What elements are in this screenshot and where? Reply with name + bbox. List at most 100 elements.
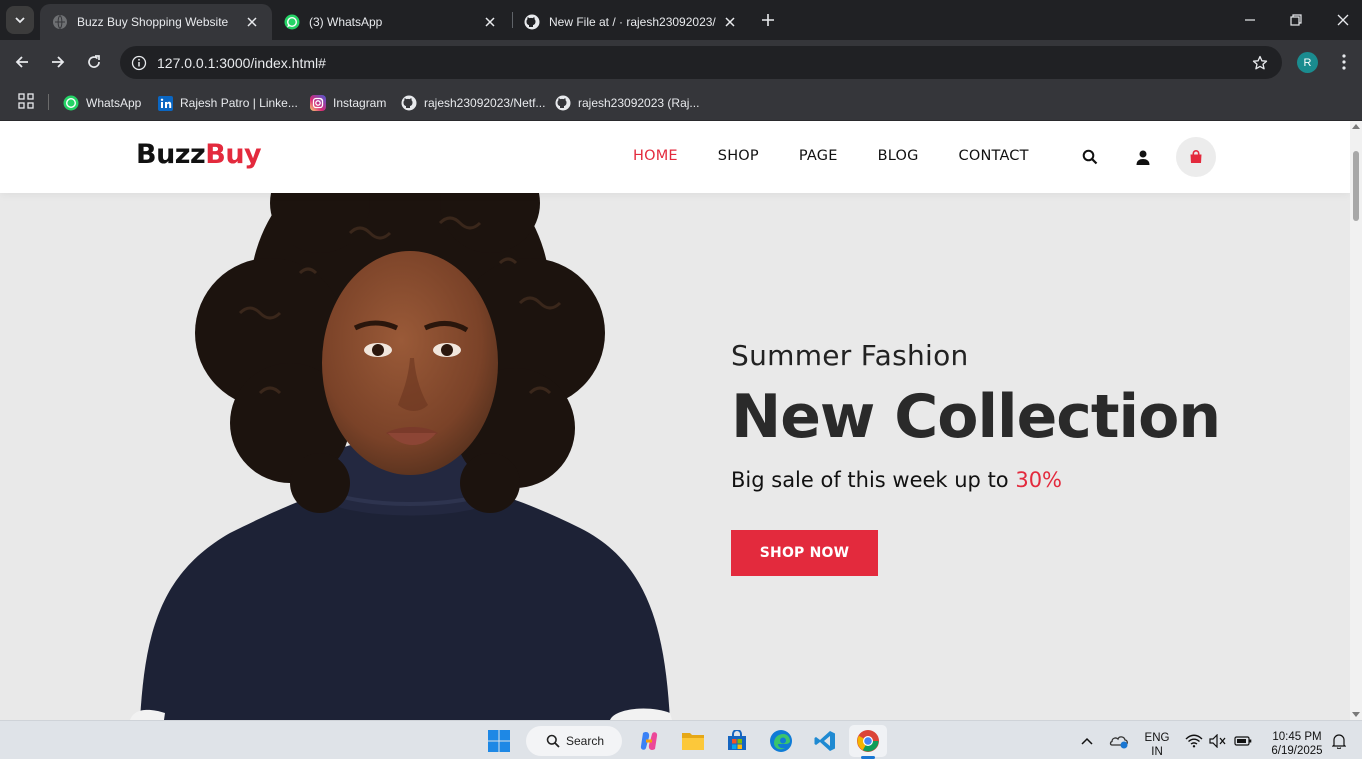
browser-menu-button[interactable] xyxy=(1334,50,1354,74)
search-icon xyxy=(546,734,560,748)
bookmark-label: Rajesh Patro | Linke... xyxy=(180,96,298,110)
shopping-bag-icon xyxy=(1190,150,1202,163)
hero-description: Big sale of this week up to 30% xyxy=(731,468,1220,492)
bookmark-label: WhatsApp xyxy=(86,96,142,110)
bookmark-github-profile[interactable]: rajesh23092023 (Raj... xyxy=(555,91,699,115)
new-tab-button[interactable] xyxy=(758,10,778,30)
user-icon[interactable] xyxy=(1133,147,1153,167)
nav-page[interactable]: PAGE xyxy=(799,148,838,164)
bookmark-instagram[interactable]: Instagram xyxy=(310,91,386,115)
close-icon[interactable] xyxy=(482,14,498,30)
hero-desc-text: Big sale of this week up to xyxy=(731,468,1016,492)
bookmark-linkedin[interactable]: Rajesh Patro | Linke... xyxy=(157,91,298,115)
notification-bell-icon[interactable] xyxy=(1325,727,1353,755)
url-text[interactable]: 127.0.0.1:3000/index.html# xyxy=(157,55,1244,71)
address-bar[interactable]: 127.0.0.1:3000/index.html# xyxy=(120,46,1282,79)
instagram-icon xyxy=(310,95,326,111)
tab-buzzbuy[interactable]: Buzz Buy Shopping Website xyxy=(40,4,272,40)
tab-search-button[interactable] xyxy=(6,6,34,34)
profile-avatar[interactable]: R xyxy=(1297,52,1318,73)
tab-whatsapp[interactable]: (3) WhatsApp xyxy=(272,4,510,40)
bookmark-label: rajesh23092023/Netf... xyxy=(424,96,546,110)
reload-icon xyxy=(88,55,100,68)
copilot-icon[interactable] xyxy=(635,727,663,755)
more-vert-icon xyxy=(1342,54,1346,70)
scroll-up-arrow-icon[interactable] xyxy=(1352,124,1360,129)
bookmark-star-icon[interactable] xyxy=(1244,46,1276,79)
logo-text-buzz: Buzz xyxy=(136,139,206,170)
chevron-up-icon[interactable] xyxy=(1073,727,1101,755)
site-header: BuzzBuy HOME SHOP PAGE BLOG CONTACT xyxy=(0,121,1350,193)
back-button[interactable] xyxy=(10,50,34,74)
edge-icon[interactable] xyxy=(767,727,795,755)
tab-github[interactable]: New File at / · rajesh23092023/B xyxy=(512,4,750,40)
search-icon[interactable] xyxy=(1080,147,1100,167)
nav-contact[interactable]: CONTACT xyxy=(959,148,1029,164)
chevron-down-icon xyxy=(15,17,25,24)
language-indicator[interactable]: ENG IN xyxy=(1140,731,1174,759)
browser-toolbar: 127.0.0.1:3000/index.html# R xyxy=(0,40,1362,85)
hero-discount: 30% xyxy=(1015,468,1063,492)
site-logo[interactable]: BuzzBuy xyxy=(136,139,262,170)
onedrive-icon[interactable] xyxy=(1105,727,1133,755)
battery-icon[interactable] xyxy=(1229,727,1257,755)
arrow-left-icon xyxy=(15,56,28,68)
globe-icon xyxy=(52,14,68,30)
nav-blog[interactable]: BLOG xyxy=(878,148,919,164)
github-icon xyxy=(555,95,571,111)
minimize-button[interactable] xyxy=(1238,8,1262,32)
minimize-icon xyxy=(1245,19,1255,21)
linkedin-icon xyxy=(157,95,173,111)
restore-button[interactable] xyxy=(1284,8,1308,32)
close-icon xyxy=(1337,14,1349,26)
scrollbar-thumb[interactable] xyxy=(1353,151,1359,221)
windows-taskbar: Search ENG IN 10:45 PM 6/19/2025 xyxy=(0,720,1362,759)
logo-text-buy: Buy xyxy=(205,139,262,170)
file-explorer-icon[interactable] xyxy=(679,727,707,755)
arrow-right-icon xyxy=(52,56,65,68)
bookmark-label: rajesh23092023 (Raj... xyxy=(578,96,700,110)
tab-strip: Buzz Buy Shopping Website (3) WhatsApp N… xyxy=(0,0,1362,40)
tab-title: Buzz Buy Shopping Website xyxy=(77,15,229,29)
bookmarks-bar: WhatsApp Rajesh Patro | Linke... Instagr… xyxy=(0,85,1362,121)
bookmark-whatsapp[interactable]: WhatsApp xyxy=(63,91,141,115)
forward-button[interactable] xyxy=(46,50,70,74)
bookmark-github-netflix[interactable]: rajesh23092023/Netf... xyxy=(401,91,545,115)
hero-content: Summer Fashion New Collection Big sale o… xyxy=(731,339,1221,576)
bookmark-label: Instagram xyxy=(333,96,387,110)
scroll-down-arrow-icon[interactable] xyxy=(1352,712,1360,717)
restore-icon xyxy=(1290,14,1302,26)
page-scrollbar[interactable] xyxy=(1350,121,1362,720)
nav-shop[interactable]: SHOP xyxy=(718,148,759,164)
github-icon xyxy=(524,14,540,30)
whatsapp-icon xyxy=(63,95,79,111)
page-viewport: BuzzBuy HOME SHOP PAGE BLOG CONTACT Summ… xyxy=(0,121,1350,720)
microsoft-store-icon[interactable] xyxy=(723,727,751,755)
region-code: IN xyxy=(1151,746,1163,758)
close-icon[interactable] xyxy=(244,14,260,30)
main-nav: HOME SHOP PAGE BLOG CONTACT xyxy=(633,148,1069,164)
tab-title: (3) WhatsApp xyxy=(309,15,383,29)
whatsapp-icon xyxy=(284,14,300,30)
chrome-icon[interactable] xyxy=(854,727,882,755)
site-info-icon[interactable] xyxy=(122,46,156,79)
volume-muted-icon[interactable] xyxy=(1204,727,1232,755)
close-window-button[interactable] xyxy=(1331,8,1355,32)
clock-time: 10:45 PM xyxy=(1272,731,1322,743)
close-icon[interactable] xyxy=(722,14,738,30)
tab-title: New File at / · rajesh23092023/B xyxy=(549,15,716,29)
bookmark-separator xyxy=(48,94,49,110)
language-code: ENG xyxy=(1144,732,1170,744)
vscode-icon[interactable] xyxy=(811,727,839,755)
taskbar-search-label: Search xyxy=(566,734,605,748)
clock[interactable]: 10:45 PM 6/19/2025 xyxy=(1262,730,1332,758)
hero-subtitle: Summer Fashion xyxy=(731,339,969,372)
windows-start-icon[interactable] xyxy=(485,727,513,755)
cart-button[interactable] xyxy=(1176,137,1216,177)
nav-home[interactable]: HOME xyxy=(633,148,678,164)
reload-button[interactable] xyxy=(82,50,106,74)
hero-title: New Collection xyxy=(731,382,1221,452)
apps-grid-icon[interactable] xyxy=(18,93,34,109)
taskbar-search[interactable]: Search xyxy=(526,726,622,756)
shop-now-button[interactable]: SHOP NOW xyxy=(731,530,878,576)
